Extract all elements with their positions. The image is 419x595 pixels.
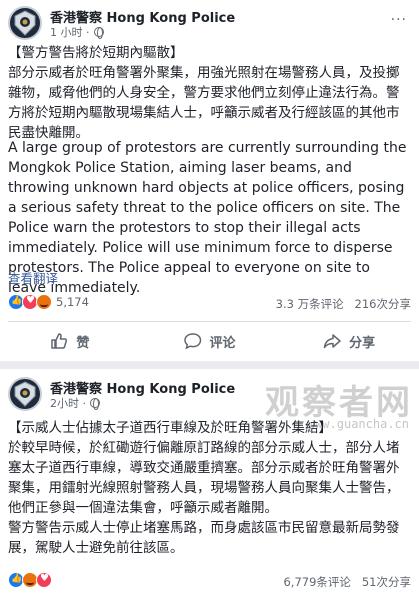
angry-reaction-icon xyxy=(36,294,52,310)
globe-icon xyxy=(93,27,104,39)
post-card-2: 香港警察 Hong Kong Police 2小时 · 观察者网 www.gua… xyxy=(0,369,419,595)
share-count[interactable]: 216次分享 xyxy=(355,297,411,311)
like-button[interactable]: 赞 xyxy=(0,322,140,360)
like-label: 赞 xyxy=(76,335,90,351)
post-paragraph: 部分示威者於旺角警署外聚集，用強光照射在場警務人員，及投擲雜物，威脅他們的人身安… xyxy=(8,65,400,141)
share-count[interactable]: 51次分享 xyxy=(362,575,411,589)
police-badge-icon xyxy=(14,10,36,36)
reaction-count: 5,174 xyxy=(56,295,89,309)
engagement-stats: 3.3 万条评论 216次分享 xyxy=(276,296,411,312)
share-icon xyxy=(323,334,341,349)
comment-icon xyxy=(183,333,201,350)
avatar[interactable] xyxy=(8,6,42,40)
engagement-stats: 6,779条评论 51次分享 xyxy=(283,574,411,590)
post-paragraph: 警方警告示威人士停止堵塞馬路，而身處該區市民留意最新局勢發展，駕駛人士避免前往該… xyxy=(8,520,400,556)
post-stats: 5,174 3.3 万条评论 216次分享 xyxy=(8,294,411,314)
love-reaction-icon xyxy=(36,572,52,588)
reactions-summary[interactable]: 5,174 xyxy=(8,294,89,310)
post-card-1: 香港警察 Hong Kong Police 1 小时 · ··· 【警方警告將於… xyxy=(0,0,419,361)
comment-count[interactable]: 6,779条评论 xyxy=(283,575,350,589)
thumbs-up-icon xyxy=(51,333,68,349)
share-label: 分享 xyxy=(349,335,376,351)
post-time[interactable]: 1 小时 · xyxy=(50,24,90,40)
comment-label: 评论 xyxy=(209,335,236,351)
post-text-chinese: 【示威人士佔據太子道西行車線及於旺角警署外集結】 於較早時候，於紅磡遊行偏離原訂… xyxy=(8,418,411,558)
avatar[interactable] xyxy=(8,377,42,411)
more-icon[interactable]: ··· xyxy=(391,12,407,28)
post-time[interactable]: 2小时 · xyxy=(50,395,86,411)
post-heading: 【警方警告將於短期內驅散】 xyxy=(8,45,184,61)
comment-count[interactable]: 3.3 万条评论 xyxy=(276,297,344,311)
post-meta: 2小时 · xyxy=(50,395,100,411)
see-translation-link[interactable]: 查看翻译 xyxy=(8,268,58,287)
police-badge-icon xyxy=(14,381,36,407)
comment-button[interactable]: 评论 xyxy=(140,322,280,360)
action-bar: 赞 评论 分享 xyxy=(0,322,419,360)
post-text-english: A large group of protestors are currentl… xyxy=(8,140,407,296)
post-stats: 6,779条评论 51次分享 xyxy=(8,572,411,592)
post-heading: 【示威人士佔據太子道西行車線及於旺角警署外集結】 xyxy=(8,420,332,436)
globe-icon xyxy=(90,398,100,410)
post-paragraph: 於較早時候，於紅磡遊行偏離原訂路線的部分示威人士，部分人堵塞太子道西行車線，導致… xyxy=(8,440,400,516)
reactions-summary[interactable] xyxy=(8,572,56,588)
post-text-chinese: 【警方警告將於短期內驅散】 部分示威者於旺角警署外聚集，用強光照射在場警務人員，… xyxy=(8,43,411,143)
post-meta: 1 小时 · xyxy=(50,24,104,40)
share-button[interactable]: 分享 xyxy=(279,322,419,360)
